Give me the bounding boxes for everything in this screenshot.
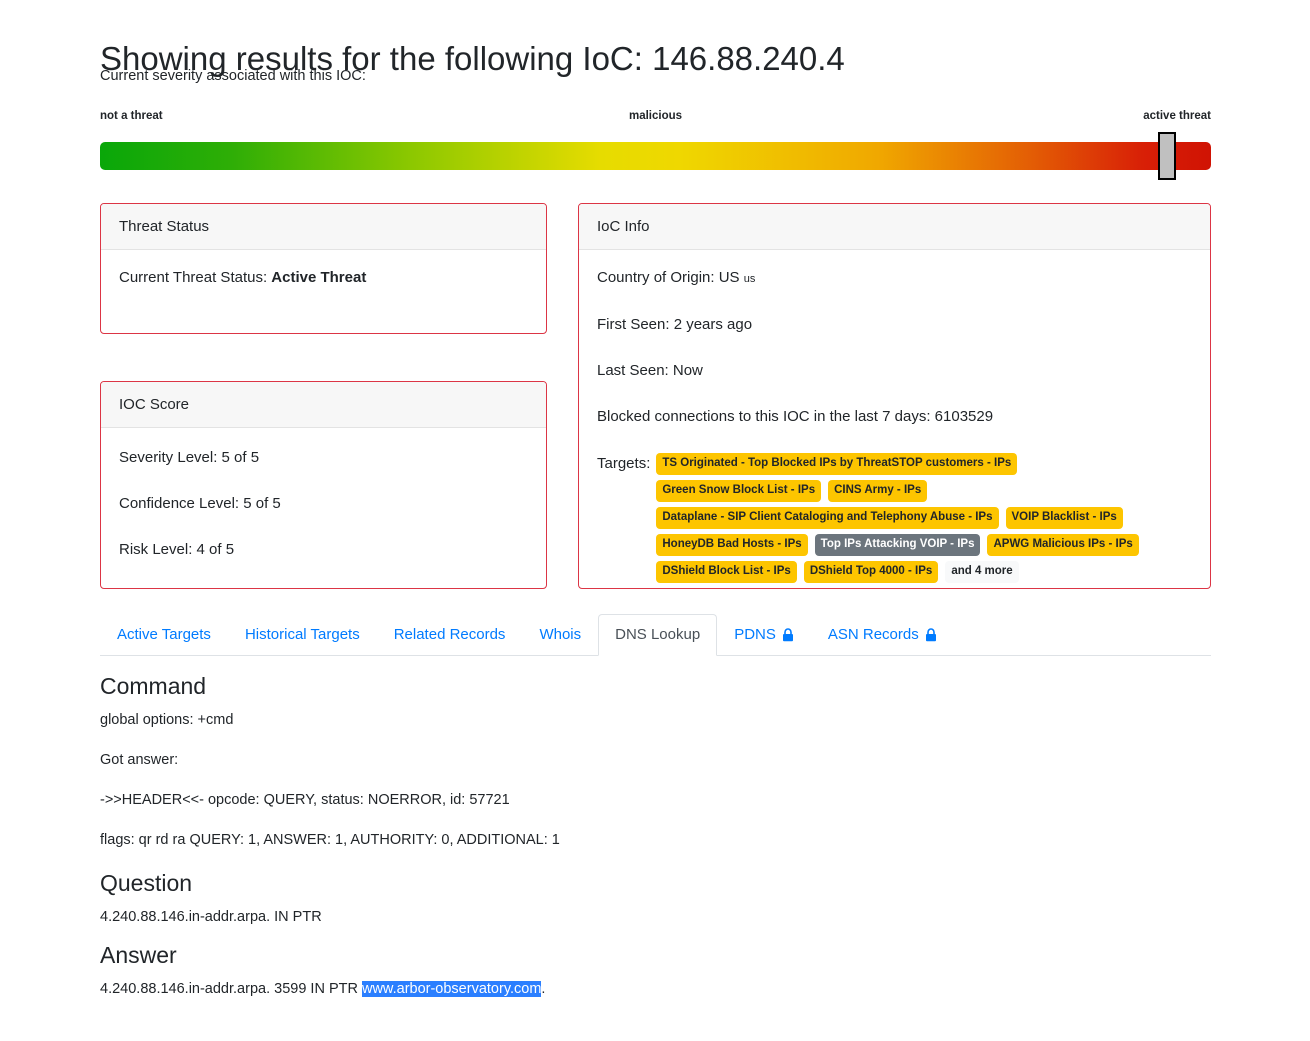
tab-active-targets[interactable]: Active Targets bbox=[100, 614, 228, 656]
country-flag-icon: us bbox=[743, 273, 756, 285]
lock-icon bbox=[925, 628, 937, 642]
answer-record-prefix: 4.240.88.146.in-addr.arpa. 3599 IN PTR bbox=[100, 981, 362, 997]
tab-historical-targets[interactable]: Historical Targets bbox=[228, 614, 377, 656]
answer-heading: Answer bbox=[100, 942, 177, 968]
answer-record-suffix: . bbox=[541, 981, 546, 997]
tab-related-records[interactable]: Related Records bbox=[377, 614, 523, 656]
ioc-info-card-header: IoC Info bbox=[579, 204, 1210, 250]
tab-whois[interactable]: Whois bbox=[522, 614, 598, 656]
question-heading: Question bbox=[100, 870, 193, 896]
severity-gradient-bar bbox=[100, 142, 1211, 170]
question-record-line: 4.240.88.146.in-addr.arpa. IN PTR bbox=[100, 909, 322, 925]
answer-record-hostname-selected[interactable]: www.arbor-observatory.com bbox=[361, 981, 542, 997]
severity-level-line: Severity Level: 5 of 5 bbox=[119, 449, 260, 466]
severity-label-low: not a threat bbox=[100, 110, 163, 122]
threat-status-card-body: Current Threat Status: Active Threat bbox=[101, 250, 546, 298]
severity-scale-labels: not a threat malicious active threat bbox=[100, 110, 1211, 126]
command-line-header: ->>HEADER<<- opcode: QUERY, status: NOER… bbox=[100, 792, 510, 808]
tab-label: Active Targets bbox=[117, 626, 211, 643]
command-line-flags: flags: qr rd ra QUERY: 1, ANSWER: 1, AUT… bbox=[100, 832, 560, 848]
command-section: Command global options: +cmd Got answer:… bbox=[100, 672, 1100, 850]
targets-row: Targets: TS Originated - Top Blocked IPs… bbox=[597, 453, 1192, 583]
current-threat-status-value: Active Threat bbox=[271, 269, 367, 286]
command-line-global-options: global options: +cmd bbox=[100, 712, 234, 728]
answer-record-line: 4.240.88.146.in-addr.arpa. 3599 IN PTR w… bbox=[100, 979, 1100, 999]
threat-status-card: Threat Status Current Threat Status: Act… bbox=[100, 203, 547, 334]
tab-label: Historical Targets bbox=[244, 626, 360, 643]
target-badge[interactable]: CINS Army - IPs bbox=[828, 480, 928, 502]
severity-slider-handle[interactable] bbox=[1157, 132, 1176, 180]
threat-status-card-header: Threat Status bbox=[101, 204, 546, 250]
targets-label: Targets: bbox=[597, 455, 651, 472]
country-of-origin-line: Country of Origin: US us bbox=[597, 268, 1192, 289]
tab-label: DNS Lookup bbox=[615, 626, 701, 643]
tab-pdns[interactable]: PDNS bbox=[717, 614, 811, 656]
command-heading: Command bbox=[100, 673, 207, 699]
target-badge[interactable]: HoneyDB Bad Hosts - IPs bbox=[656, 534, 808, 556]
tab-label: PDNS bbox=[734, 626, 776, 643]
risk-level-line: Risk Level: 4 of 5 bbox=[119, 541, 235, 558]
target-badge[interactable]: VOIP Blacklist - IPs bbox=[1005, 507, 1123, 529]
question-section: Question 4.240.88.146.in-addr.arpa. IN P… bbox=[100, 869, 1100, 927]
target-badge[interactable]: Dataplane - SIP Client Cataloging and Te… bbox=[656, 507, 999, 529]
target-badge[interactable]: Green Snow Block List - IPs bbox=[656, 480, 822, 502]
target-badge[interactable]: DShield Top 4000 - IPs bbox=[803, 561, 939, 583]
ioc-score-card: IOC Score Severity Level: 5 of 5 Confide… bbox=[100, 381, 547, 589]
ioc-results-page: Showing results for the following IoC: 1… bbox=[0, 0, 1310, 1041]
tab-label: ASN Records bbox=[827, 626, 919, 643]
target-badge[interactable]: TS Originated - Top Blocked IPs by Threa… bbox=[656, 453, 1018, 475]
country-of-origin-label: Country of Origin: US bbox=[597, 269, 740, 286]
target-badge[interactable]: APWG Malicious IPs - IPs bbox=[987, 534, 1139, 556]
lock-icon bbox=[782, 628, 794, 642]
current-threat-status-label: Current Threat Status: bbox=[119, 269, 268, 286]
target-badge[interactable]: and 4 more bbox=[945, 561, 1019, 583]
ioc-score-card-body: Severity Level: 5 of 5 Confidence Level:… bbox=[101, 428, 546, 570]
tab-label: Whois bbox=[539, 626, 582, 643]
tab-dns-lookup[interactable]: DNS Lookup bbox=[598, 614, 718, 656]
ioc-info-card-body: Country of Origin: US us First Seen: 2 y… bbox=[579, 250, 1210, 593]
first-seen-line: First Seen: 2 years ago bbox=[597, 316, 753, 333]
last-seen-line: Last Seen: Now bbox=[597, 362, 703, 379]
target-badge[interactable]: DShield Block List - IPs bbox=[656, 561, 797, 583]
confidence-level-line: Confidence Level: 5 of 5 bbox=[119, 495, 281, 512]
command-line-got-answer: Got answer: bbox=[100, 752, 179, 768]
severity-slider[interactable] bbox=[100, 132, 1211, 180]
targets-badge-list: TS Originated - Top Blocked IPs by Threa… bbox=[656, 453, 1186, 583]
answer-section: Answer 4.240.88.146.in-addr.arpa. 3599 I… bbox=[100, 941, 1100, 999]
severity-label-high: active threat bbox=[1143, 110, 1211, 122]
target-badge[interactable]: Top IPs Attacking VOIP - IPs bbox=[814, 534, 981, 556]
severity-label-mid: malicious bbox=[628, 110, 683, 122]
ioc-info-card: IoC Info Country of Origin: US us First … bbox=[578, 203, 1211, 589]
tab-asn-records[interactable]: ASN Records bbox=[811, 614, 954, 656]
tab-bar: Active Targets Historical Targets Related … bbox=[100, 614, 1211, 656]
ioc-score-card-header: IOC Score bbox=[101, 382, 546, 428]
page-subtitle: Current severity associated with this IO… bbox=[100, 68, 366, 84]
blocked-connections-line: Blocked connections to this IOC in the l… bbox=[597, 408, 994, 425]
current-threat-status-line: Current Threat Status: Active Threat bbox=[119, 268, 528, 288]
tab-label: Related Records bbox=[393, 626, 506, 643]
